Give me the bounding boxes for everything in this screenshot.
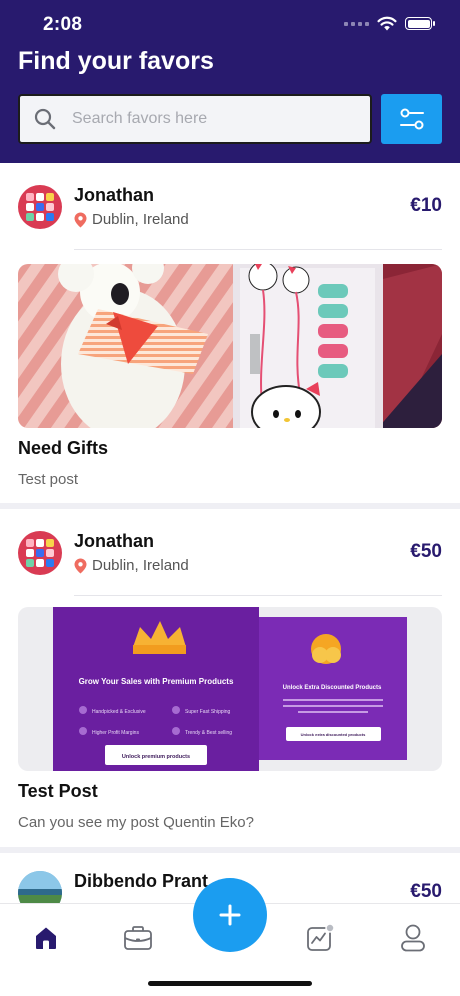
divider [74, 249, 442, 250]
location-text: Dublin, Ireland [92, 211, 189, 228]
location-pin-icon [74, 558, 87, 573]
promo-side-cta: Unlock extra discounted products [301, 732, 366, 737]
add-icon [219, 904, 241, 926]
divider [74, 595, 442, 596]
post-image[interactable]: Grow Your Sales with Premium Products Ha… [18, 607, 442, 771]
wifi-icon [377, 16, 397, 31]
profile-icon [401, 924, 425, 952]
promo-feature: Higher Profit Margins [92, 730, 139, 736]
filter-button[interactable] [381, 94, 442, 144]
promo-feature: Handpicked & Exclusive [92, 709, 146, 715]
tab-activity[interactable] [300, 918, 340, 958]
post-title[interactable]: Need Gifts [18, 438, 108, 459]
status-bar: 2:08 [0, 0, 460, 48]
avatar[interactable] [18, 185, 62, 229]
promo-cta: Unlock premium products [122, 754, 190, 760]
promo-heading: Grow Your Sales with Premium Products [79, 677, 234, 686]
promo-screenshot: Grow Your Sales with Premium Products Ha… [53, 607, 407, 771]
search-icon [34, 108, 56, 130]
home-indicator [148, 981, 312, 986]
search-field[interactable] [18, 94, 372, 144]
user-name[interactable]: Jonathan [74, 185, 154, 206]
avatar[interactable] [18, 871, 62, 903]
tab-home[interactable] [26, 918, 66, 958]
post-card[interactable]: Jonathan Dublin, Ireland €50 Grow Your S… [0, 509, 460, 847]
post-description: Test post [18, 471, 79, 488]
promo-feature: Trendy & Best selling [185, 730, 232, 736]
post-image[interactable] [18, 264, 442, 428]
chart-icon [307, 924, 334, 951]
post-header: Jonathan Dublin, Ireland €50 [18, 531, 442, 581]
feed-list[interactable]: Jonathan Dublin, Ireland €10 Need Gifts … [0, 163, 460, 903]
status-time: 2:08 [43, 14, 83, 35]
tab-profile[interactable] [393, 918, 433, 958]
battery-icon [405, 17, 435, 30]
page-title: Find your favors [18, 47, 214, 75]
user-location: Dublin, Ireland [74, 557, 189, 574]
location-pin-icon [74, 212, 87, 227]
price-label: €50 [410, 541, 442, 562]
promo-feature: Super Fast Shipping [185, 709, 231, 715]
gift-photo [18, 264, 442, 428]
signal-icon [344, 21, 369, 26]
home-icon [36, 927, 56, 949]
location-text: Dublin, Ireland [92, 557, 189, 574]
post-description: Can you see my post Quentin Eko? [18, 814, 254, 831]
promo-side-heading: Unlock Extra Discounted Products [283, 685, 382, 691]
briefcase-icon [124, 926, 152, 950]
search-input[interactable] [72, 110, 332, 128]
avatar-photo [18, 871, 62, 903]
tab-jobs[interactable] [118, 918, 158, 958]
post-title[interactable]: Test Post [18, 781, 98, 802]
user-name[interactable]: Dibbendo Prant [74, 871, 208, 892]
user-location: Dublin, Ireland [74, 211, 189, 228]
post-card[interactable]: Jonathan Dublin, Ireland €10 Need Gifts … [0, 163, 460, 503]
user-name[interactable]: Jonathan [74, 531, 154, 552]
status-icons [344, 16, 435, 31]
header: 2:08 Find your favors [0, 0, 460, 163]
add-post-button[interactable] [193, 878, 267, 952]
filter-icon [399, 108, 424, 130]
price-label: €50 [410, 881, 442, 902]
avatar[interactable] [18, 531, 62, 575]
price-label: €10 [410, 195, 442, 216]
post-header: Jonathan Dublin, Ireland €10 [18, 185, 442, 235]
